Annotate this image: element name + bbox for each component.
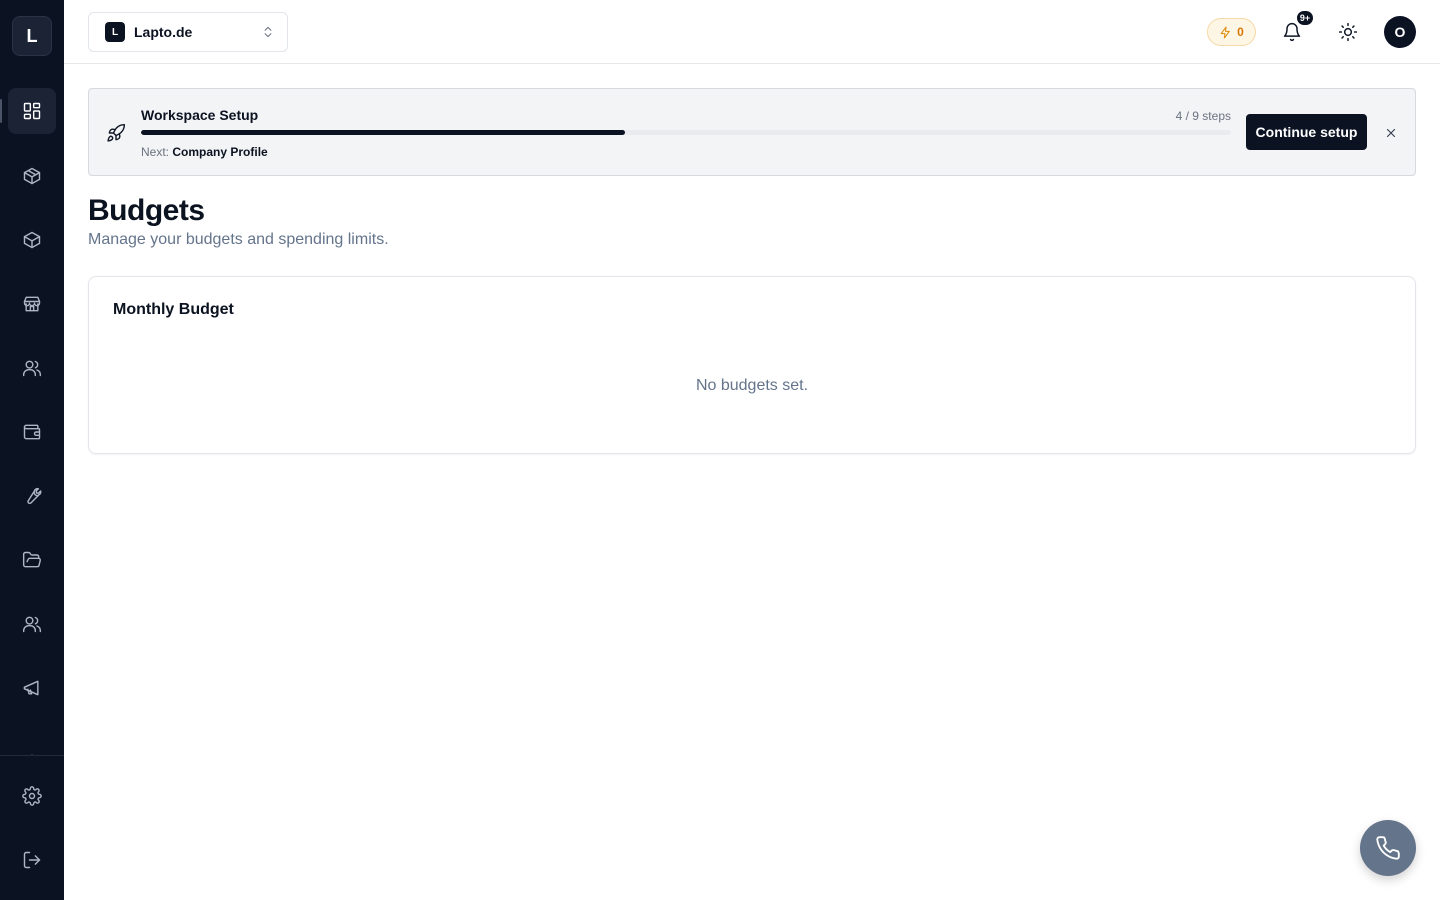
- notifications-count-badge: 9+: [1296, 10, 1314, 26]
- dashboard-grid-icon: [23, 102, 41, 120]
- wallet-icon: [23, 424, 41, 440]
- top-header: L Lapto.de 0 9+ O: [64, 0, 1440, 64]
- sidebar-item-team[interactable]: [8, 601, 56, 647]
- page-subtitle: Manage your budgets and spending limits.: [88, 231, 389, 248]
- workspace-switcher[interactable]: L Lapto.de: [88, 12, 288, 52]
- setup-next-step: Next: Company Profile: [141, 145, 268, 159]
- close-icon: [1386, 128, 1396, 138]
- credits-count: 0: [1237, 25, 1244, 39]
- sidebar-item-inventory[interactable]: [8, 217, 56, 263]
- sidebar-item-tools[interactable]: [8, 473, 56, 519]
- chevrons-up-down-icon: [261, 25, 275, 39]
- sun-icon: [1338, 22, 1358, 42]
- sidebar-item-files[interactable]: [8, 537, 56, 583]
- setup-progress-bar: [141, 130, 1231, 135]
- sidebar-scroll-overflow: [0, 736, 64, 755]
- setup-progress-fill: [141, 130, 626, 135]
- sidebar-item-products[interactable]: [8, 153, 56, 199]
- monthly-budget-card: Monthly Budget No budgets set.: [88, 276, 1416, 454]
- app-logo[interactable]: L: [12, 16, 52, 56]
- call-support-button[interactable]: [1360, 820, 1416, 876]
- setup-title: Workspace Setup: [141, 107, 259, 123]
- theme-toggle-button[interactable]: [1336, 20, 1360, 44]
- rocket-icon: [106, 123, 126, 143]
- card-title: Monthly Budget: [113, 301, 234, 318]
- empty-state-text: No budgets set.: [695, 377, 809, 394]
- dismiss-setup-button[interactable]: [1381, 123, 1401, 143]
- phone-icon: [1376, 836, 1400, 860]
- sidebar-item-store[interactable]: [8, 281, 56, 327]
- user-avatar[interactable]: O: [1384, 16, 1416, 48]
- page-title: Budgets: [88, 194, 205, 227]
- credits-badge[interactable]: 0: [1207, 18, 1256, 46]
- box-icon: [23, 167, 41, 185]
- sidebar-item-marketing[interactable]: [8, 665, 56, 711]
- sidebar-item-customers[interactable]: [8, 345, 56, 391]
- sidebar-item-automation[interactable]: [8, 736, 56, 755]
- lightning-icon: [1220, 26, 1230, 38]
- settings-gear-icon: [22, 786, 42, 806]
- store-icon: [23, 296, 41, 312]
- workspace-name: Lapto.de: [134, 24, 193, 40]
- workspace-setup-banner: Workspace Setup 4 / 9 steps Next: Compan…: [88, 88, 1416, 176]
- wrench-icon: [27, 487, 42, 504]
- team-icon: [22, 616, 42, 633]
- sidebar-item-finance[interactable]: [8, 409, 56, 455]
- sidebar-item-logout[interactable]: [8, 837, 56, 883]
- continue-setup-button[interactable]: Continue setup: [1246, 114, 1367, 150]
- setup-next-prefix: Next:: [141, 145, 170, 159]
- sidebar-item-dashboard[interactable]: [0, 88, 56, 134]
- bell-icon: [1283, 22, 1301, 42]
- sidebar-divider: [0, 755, 64, 756]
- sidebar-item-settings[interactable]: [8, 773, 56, 819]
- logout-icon: [23, 851, 41, 869]
- megaphone-icon: [23, 680, 39, 696]
- sidebar: L: [0, 0, 64, 900]
- setup-next-step-name: Company Profile: [172, 145, 268, 159]
- folder-open-icon: [22, 551, 41, 568]
- package-icon: [23, 231, 41, 249]
- setup-steps-count: 4 / 9 steps: [1175, 109, 1231, 123]
- workspace-badge: L: [105, 22, 125, 42]
- users-icon: [22, 360, 42, 377]
